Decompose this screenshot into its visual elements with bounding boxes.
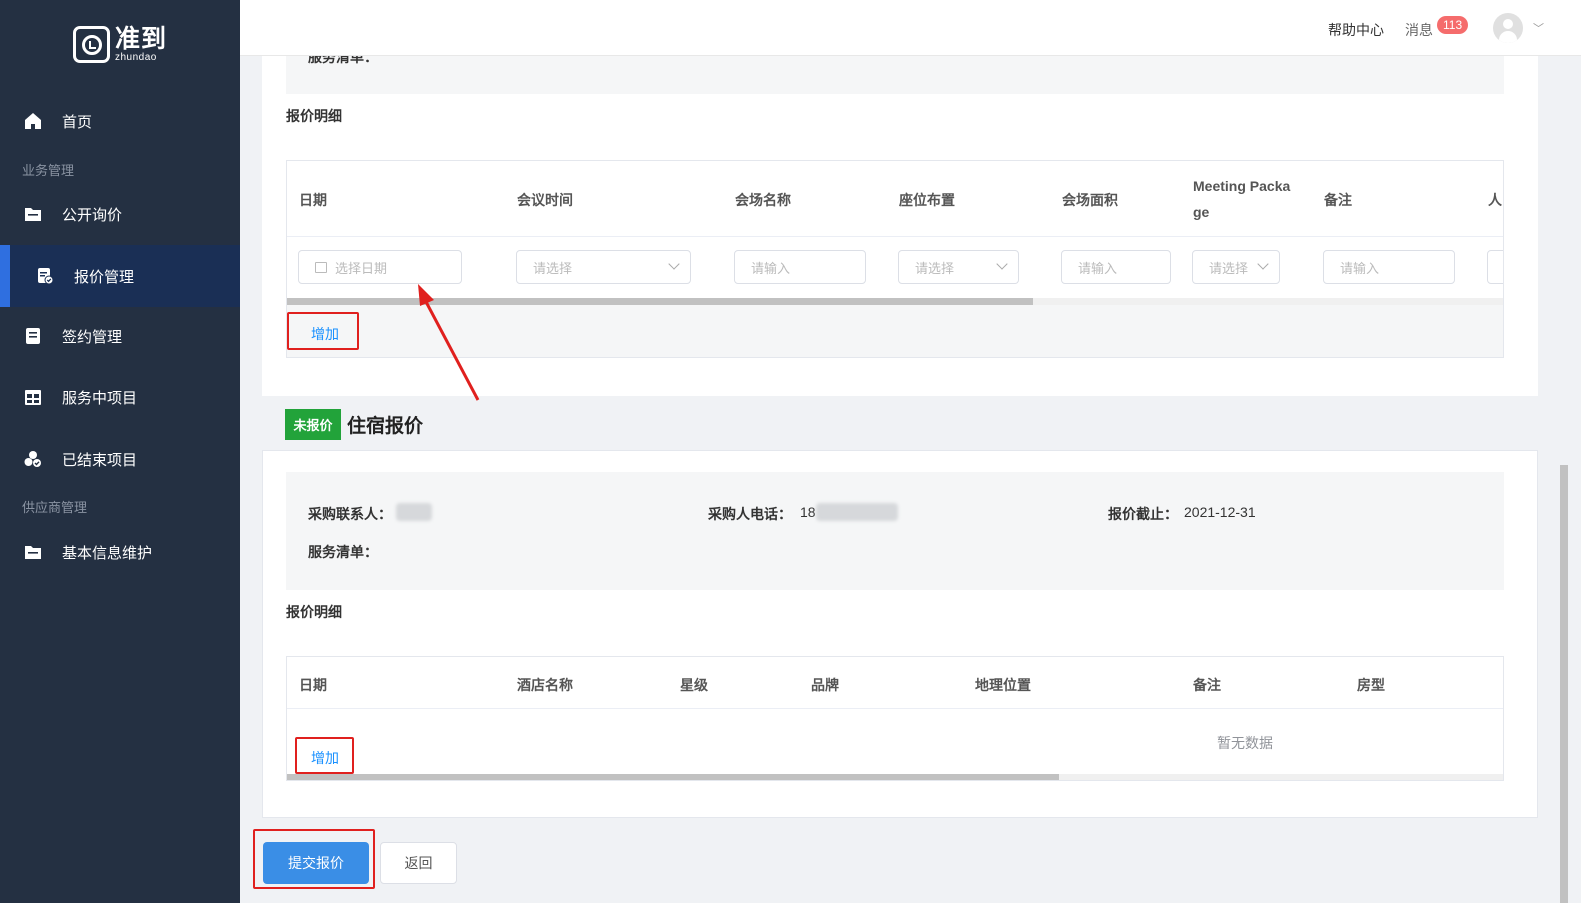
sidebar-item-public-inquiry[interactable]: 公开询价 — [0, 185, 240, 243]
buyer-contact-label: 采购联系人： — [308, 506, 392, 522]
message-count-badge: 113 — [1437, 16, 1469, 34]
meeting-time-select[interactable]: 请选择 — [516, 250, 691, 284]
annotation-frame — [253, 829, 375, 889]
clipboard-icon — [24, 327, 42, 345]
col-venue-name: 会场名称 — [735, 192, 791, 208]
user-icon — [1503, 19, 1513, 29]
col-meeting-time: 会议时间 — [517, 192, 573, 208]
sidebar-item-label: 服务中项目 — [62, 389, 138, 407]
col-people: 人 — [1488, 192, 1502, 208]
messages-link[interactable]: 消息 — [1405, 20, 1433, 40]
brand-name-en: zhundao — [115, 51, 157, 63]
col-hotel-name: 酒店名称 — [517, 677, 573, 693]
services-label-cut: 服务清单： — [308, 56, 378, 65]
redacted-name — [396, 503, 432, 521]
col-room-type: 房型 — [1357, 677, 1385, 693]
cubes-check-icon — [24, 450, 42, 468]
table-scrollbar-thumb[interactable] — [287, 774, 1059, 780]
meeting-info-box: 服务清单： — [286, 56, 1504, 94]
venue-area-input[interactable]: 请输入 — [1061, 250, 1171, 284]
col-star-rating: 星级 — [680, 677, 708, 693]
buyer-phone-prefix: 18 — [800, 504, 816, 520]
annotation-frame — [287, 312, 359, 350]
seating-select[interactable]: 请选择 — [898, 250, 1019, 284]
brand-name-cn: 准到 — [115, 24, 168, 53]
chevron-down-icon — [1257, 258, 1269, 270]
services-label: 服务清单： — [308, 544, 378, 560]
col-remark: 备注 — [1324, 192, 1352, 208]
redacted-phone — [816, 503, 898, 521]
meeting-quote-card: 服务清单： 报价明细 日期 会议时间 会场名称 座位布置 会场面积 Meetin… — [262, 56, 1538, 396]
annotation-frame — [295, 737, 354, 774]
lodging-section-title: 住宿报价 — [347, 416, 424, 437]
sidebar-item-label: 签约管理 — [62, 328, 123, 346]
col-brand: 品牌 — [811, 677, 839, 693]
table-scrollbar-thumb[interactable] — [287, 298, 1033, 305]
sidebar-item-home[interactable]: 首页 — [0, 92, 240, 150]
back-button[interactable]: 返回 — [380, 842, 457, 884]
meeting-detail-label: 报价明细 — [286, 108, 342, 124]
folder-icon — [24, 205, 42, 223]
table-header — [287, 657, 1503, 709]
empty-state-text: 暂无数据 — [1217, 735, 1273, 751]
deadline-label: 报价截止： — [1108, 506, 1178, 522]
chevron-down-icon — [996, 258, 1008, 270]
lodging-detail-table: 日期 酒店名称 星级 品牌 地理位置 备注 房型 暂无数据 — [286, 656, 1504, 781]
col-date: 日期 — [299, 677, 327, 693]
calendar-icon — [315, 261, 327, 273]
deadline-value: 2021-12-31 — [1184, 504, 1256, 520]
clock-logo-icon — [73, 26, 110, 63]
package-select[interactable]: 请选择 — [1192, 250, 1280, 284]
document-check-icon — [36, 267, 54, 285]
col-meeting-package: Meeting Packa — [1193, 178, 1291, 194]
sidebar-item-basic-info[interactable]: 基本信息维护 — [0, 523, 240, 581]
lodging-info-box: 采购联系人： 采购人电话： 18 报价截止： 2021-12-31 服务清单： — [286, 472, 1504, 590]
remark-input[interactable]: 请输入 — [1323, 250, 1455, 284]
sidebar-item-label: 报价管理 — [74, 268, 135, 286]
sidebar-item-in-service-projects[interactable]: 服务中项目 — [0, 368, 240, 426]
top-bar: 帮助中心 消息 113 ﹀ — [240, 0, 1581, 56]
sidebar-item-contract-management[interactable]: 签约管理 — [0, 307, 240, 365]
col-remark: 备注 — [1193, 677, 1221, 693]
nav-section-supplier: 供应商管理 — [22, 500, 88, 515]
meeting-detail-table: 日期 会议时间 会场名称 座位布置 会场面积 Meeting Packa ge … — [286, 160, 1504, 358]
chevron-down-icon — [668, 258, 680, 270]
sidebar-item-finished-projects[interactable]: 已结束项目 — [0, 430, 240, 488]
folder-info-icon — [24, 543, 42, 561]
user-avatar[interactable] — [1493, 13, 1523, 43]
lodging-detail-label: 报价明细 — [286, 604, 342, 620]
sidebar-item-label: 首页 — [62, 113, 93, 131]
home-icon — [24, 112, 42, 130]
chevron-down-icon[interactable]: ﹀ — [1533, 20, 1544, 36]
buyer-phone-label: 采购人电话： — [708, 506, 792, 522]
page-scrollbar-thumb[interactable] — [1560, 465, 1568, 903]
help-center-link[interactable]: 帮助中心 — [1328, 20, 1384, 40]
date-picker-input[interactable]: 选择日期 — [298, 250, 462, 284]
sidebar-item-quote-management[interactable]: 报价管理 — [0, 245, 240, 307]
brand-logo[interactable]: 准到 zhundao — [73, 26, 167, 63]
nav-section-business: 业务管理 — [22, 163, 75, 178]
status-badge: 未报价 — [285, 409, 341, 440]
venue-name-input[interactable]: 请输入 — [734, 250, 866, 284]
people-input[interactable] — [1487, 250, 1503, 284]
sidebar-item-label: 已结束项目 — [62, 451, 138, 469]
sidebar-item-label: 基本信息维护 — [62, 544, 153, 562]
col-date: 日期 — [299, 192, 327, 208]
sidebar: 准到 zhundao 首页 业务管理 公开询价 报价管理 签约管理 服务中项目 — [0, 0, 240, 903]
sidebar-item-label: 公开询价 — [62, 206, 123, 224]
main-content: 服务清单： 报价明细 日期 会议时间 会场名称 座位布置 会场面积 Meetin… — [240, 56, 1581, 903]
col-meeting-package-wrap: ge — [1193, 204, 1210, 220]
col-location: 地理位置 — [975, 677, 1031, 693]
table-header — [287, 161, 1503, 237]
grid-calendar-icon — [24, 388, 42, 406]
col-venue-area: 会场面积 — [1062, 192, 1118, 208]
col-seating: 座位布置 — [899, 192, 955, 208]
